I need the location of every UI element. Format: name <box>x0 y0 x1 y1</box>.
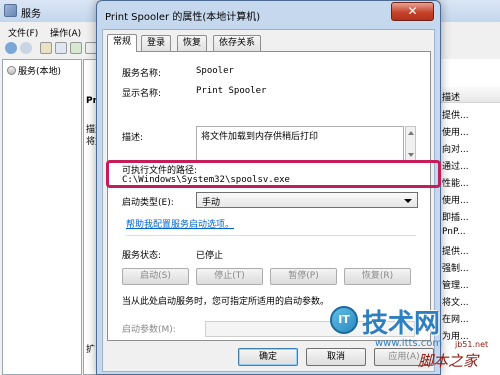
description-text: 将文件加载到内存供稍后打印 <box>201 132 319 142</box>
services-app-icon <box>4 4 17 17</box>
list-item[interactable]: 提供... <box>442 244 469 257</box>
tree-item-services-local[interactable]: 服务(本地) <box>7 64 61 77</box>
list-item[interactable]: 使用... <box>442 193 469 206</box>
startup-type-value: 手动 <box>202 198 221 208</box>
cancel-button[interactable]: 取消 <box>306 348 366 366</box>
display-name-label: 显示名称: <box>122 89 162 99</box>
watermark-logo-icon: IT <box>330 306 358 334</box>
services-list-pane: 描述 提供... 使用... 向对... 通过... 性能... 使用... 即… <box>438 59 500 375</box>
column-header-description[interactable]: 描述 <box>439 87 500 103</box>
tab-recovery[interactable]: 恢复 <box>177 35 208 51</box>
stop-button[interactable]: 停止(T) <box>196 268 263 285</box>
extended-tab-fragment[interactable]: 扩 <box>86 342 95 355</box>
general-tab-panel: 服务名称: Spooler 显示名称: Print Spooler 描述: 将文… <box>107 51 431 341</box>
list-item[interactable]: 向对... <box>442 142 469 155</box>
back-icon[interactable] <box>5 42 17 54</box>
services-window-title: 服务 <box>21 9 41 20</box>
ok-button[interactable]: 确定 <box>238 348 298 366</box>
properties-icon[interactable] <box>55 42 67 54</box>
close-icon: ✕ <box>407 4 418 18</box>
resume-button[interactable]: 恢复(R) <box>344 268 411 285</box>
start-params-hint: 当从此处启动服务时，您可指定所适用的启动参数。 <box>122 297 330 307</box>
list-item[interactable]: 在网... <box>442 312 469 325</box>
description-label: 描述: <box>122 133 144 143</box>
list-item[interactable]: 提供... <box>442 108 469 121</box>
startup-type-highlight <box>106 160 441 188</box>
startup-type-select[interactable]: 手动 <box>196 192 418 208</box>
help-configure-link[interactable]: 帮助我配置服务启动选项。 <box>126 217 234 230</box>
services-gear-icon <box>7 66 16 75</box>
menu-action[interactable]: 操作(A) <box>50 26 81 39</box>
dialog-title: Print Spooler 的属性(本地计算机) <box>105 12 261 23</box>
pause-button[interactable]: 暂停(P) <box>270 268 337 285</box>
services-tree-pane: 服务(本地) <box>2 59 82 375</box>
separator <box>126 235 416 236</box>
watermark-url: www.itts.com <box>375 338 443 349</box>
list-item[interactable]: 性能... <box>442 176 469 189</box>
display-name-value: Print Spooler <box>196 86 267 96</box>
start-params-label: 启动参数(M): <box>122 325 176 335</box>
services-menubar: 文件(F) 操作(A) <box>0 24 100 40</box>
description-box[interactable]: 将文件加载到内存供稍后打印 <box>196 126 404 162</box>
watermark-brand: 技术网 <box>362 309 441 339</box>
services-toolbar <box>0 40 100 58</box>
watermark-script-home: 脚本之家 <box>418 352 479 370</box>
close-button[interactable]: ✕ <box>391 2 434 21</box>
start-button[interactable]: 启动(S) <box>122 268 189 285</box>
description-scrollbar[interactable] <box>405 126 416 162</box>
startup-type-label: 启动类型(E): <box>122 198 174 208</box>
scroll-up-icon[interactable] <box>408 131 414 135</box>
service-status-label: 服务状态: <box>122 251 162 261</box>
chevron-down-icon <box>404 199 412 203</box>
tab-logon[interactable]: 登录 <box>141 35 172 51</box>
menu-file[interactable]: 文件(F) <box>8 26 38 39</box>
tree-item-label: 服务(本地) <box>18 67 62 77</box>
service-name-value: Spooler <box>196 66 234 76</box>
list-item[interactable]: 将文... <box>442 295 469 308</box>
watermark-url-b: jb51.net <box>455 340 489 349</box>
list-item[interactable]: 即插... <box>442 210 469 223</box>
scroll-down-icon[interactable] <box>408 153 414 157</box>
forward-icon[interactable] <box>20 42 32 54</box>
folder-icon[interactable] <box>40 42 52 54</box>
list-item[interactable]: PnP... <box>442 227 466 237</box>
list-item[interactable]: 使用... <box>442 125 469 138</box>
service-name-label: 服务名称: <box>122 69 162 79</box>
tab-dependencies[interactable]: 依存关系 <box>213 35 262 51</box>
list-item[interactable]: 通过... <box>442 159 469 172</box>
tab-general[interactable]: 常规 <box>107 34 138 52</box>
refresh-icon[interactable] <box>70 42 82 54</box>
tab-strip: 常规 登录 恢复 依存关系 <box>107 34 427 52</box>
list-item[interactable]: 强制... <box>442 261 469 274</box>
service-status-value: 已停止 <box>196 251 224 261</box>
list-item[interactable]: 管理... <box>442 278 469 291</box>
